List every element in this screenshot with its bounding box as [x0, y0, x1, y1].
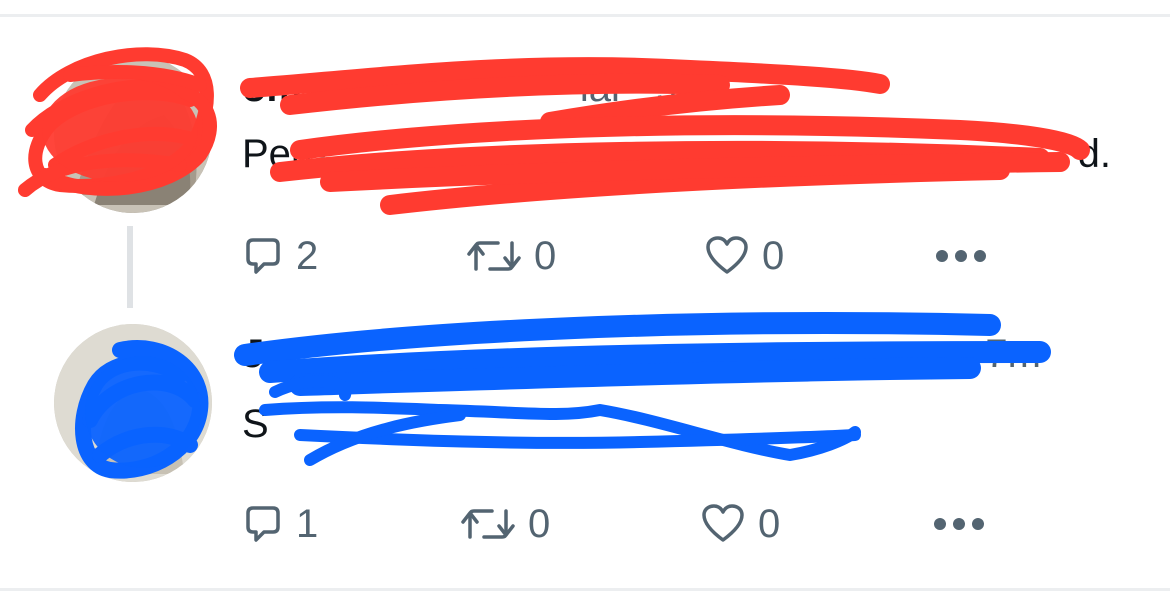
thread-connector-line	[127, 226, 133, 308]
tweet-1-like-count: 0	[762, 234, 785, 278]
tweet-2-timestamp[interactable]: 7m	[985, 332, 1041, 376]
tweet-1-author-name[interactable]: om	[242, 66, 302, 110]
tweet-1-reply-button[interactable]: 2	[242, 235, 318, 277]
heart-icon	[704, 235, 750, 277]
tweet-1-reply-count: 2	[296, 234, 319, 278]
tweet-1-retweet-count: 0	[534, 234, 557, 278]
blue-redaction-body	[259, 375, 861, 466]
tweet-2-more-button[interactable]	[932, 514, 986, 534]
tweet-2-author-name[interactable]: J	[242, 332, 264, 376]
tweet-1-retweet-button[interactable]: 0	[466, 235, 556, 277]
tweet-2-header: J 7m	[242, 330, 1041, 378]
tweet-2-reply-button[interactable]: 1	[242, 503, 318, 545]
avatar-tweet-2[interactable]	[54, 324, 212, 482]
avatar-tweet-1[interactable]	[54, 55, 212, 213]
tweet-2-retweet-button[interactable]: 0	[460, 503, 550, 545]
reply-icon	[242, 503, 284, 545]
tweet-1-body-start: Pere	[242, 132, 327, 176]
tweet-2-reply-count: 1	[296, 502, 319, 546]
tweet-2-body: S	[242, 400, 269, 448]
more-icon	[934, 246, 988, 266]
reply-icon	[242, 235, 284, 277]
more-icon	[932, 514, 986, 534]
avatar-photo	[54, 324, 212, 482]
tweet-2-retweet-count: 0	[528, 502, 551, 546]
avatar-photo	[54, 55, 212, 213]
tweet-1-body-end: d.	[1077, 132, 1111, 176]
retweet-icon	[466, 235, 522, 277]
tweet-2-body-start: S	[242, 402, 269, 446]
tweet-2-like-count: 0	[758, 502, 781, 546]
heart-icon	[700, 503, 746, 545]
retweet-icon	[460, 503, 516, 545]
tweet-1-like-button[interactable]: 0	[704, 235, 784, 277]
tweet-1-header: om @ ial · 9m	[242, 64, 711, 112]
tweet-1-more-button[interactable]	[934, 246, 988, 266]
tweet-1-body: Pere d.	[242, 130, 1111, 178]
tweet-1-handle[interactable]: @	[313, 66, 354, 110]
bottom-divider	[0, 588, 1170, 591]
top-divider	[0, 14, 1170, 17]
tweet-2-like-button[interactable]: 0	[700, 503, 780, 545]
tweet-1-timestamp[interactable]: ial · 9m	[580, 66, 711, 110]
